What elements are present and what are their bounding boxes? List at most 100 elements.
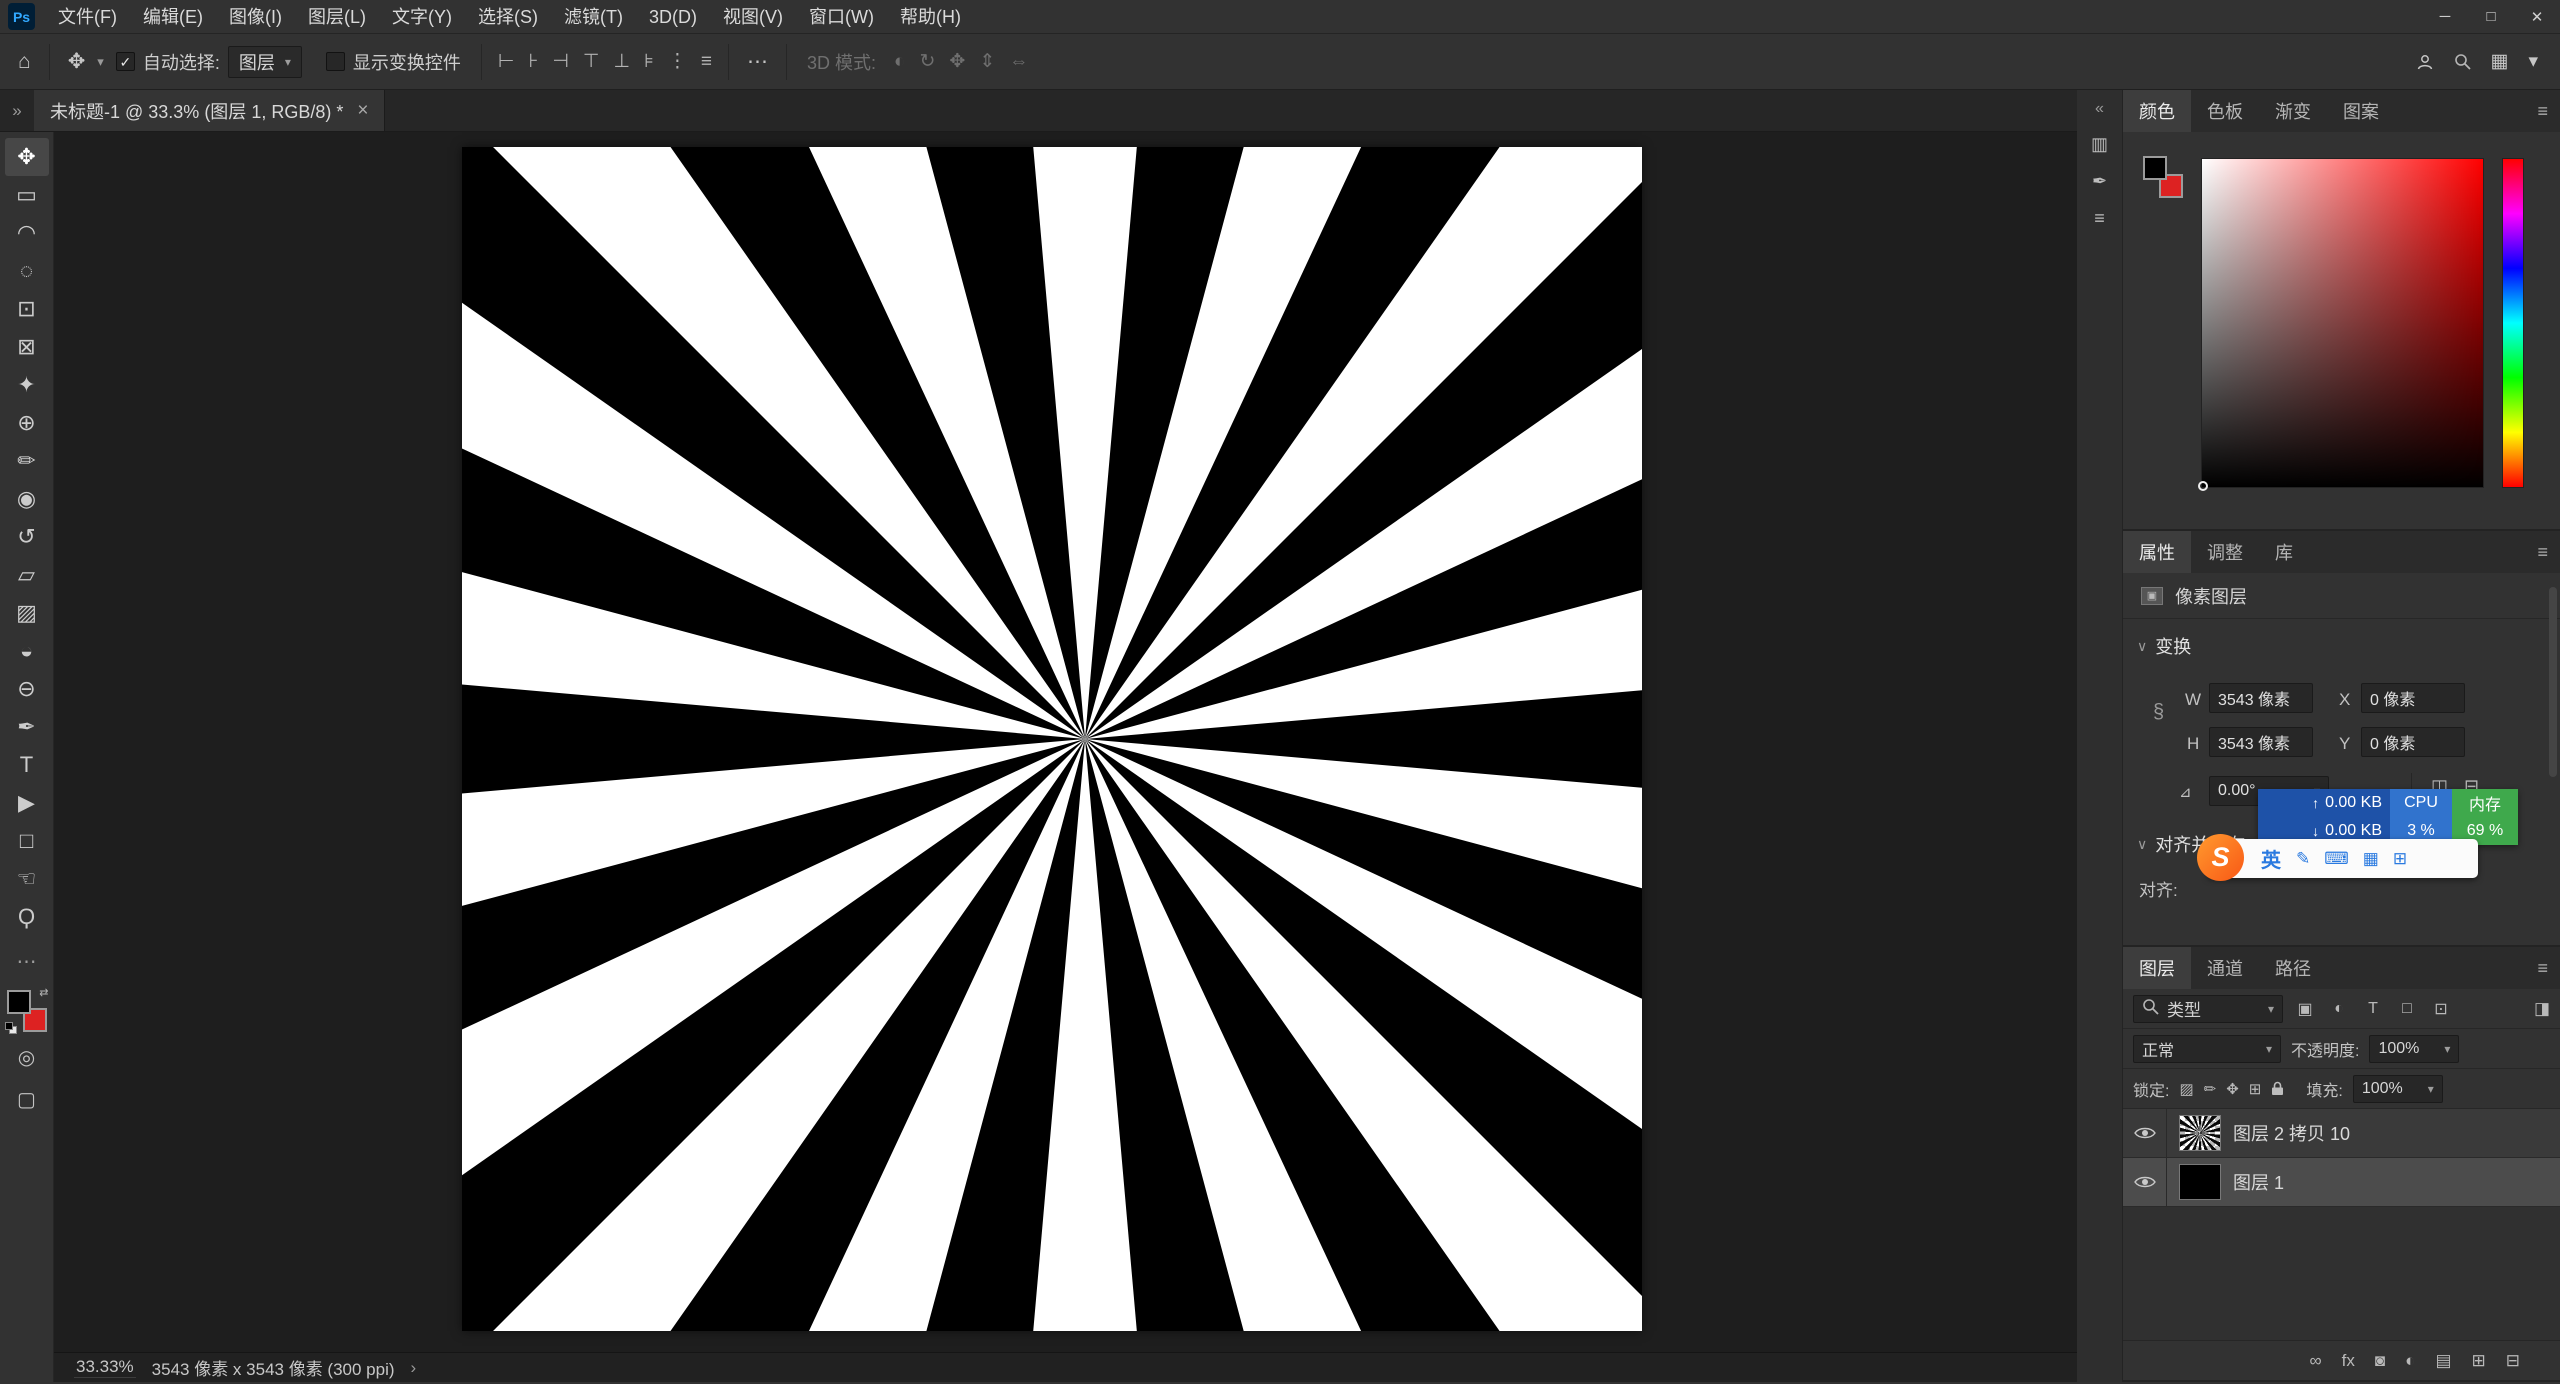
height-field[interactable]: 3543 像素 (2209, 727, 2313, 757)
tool-pen[interactable]: ✒ (5, 708, 49, 746)
menu-item-file[interactable]: 文件(F) (45, 0, 130, 34)
foreground-color-swatch[interactable] (7, 990, 31, 1014)
menu-item-filter[interactable]: 滤镜(T) (551, 0, 636, 34)
tool-type[interactable]: T (5, 746, 49, 784)
hue-slider[interactable] (2502, 158, 2524, 488)
panel-color-swatches[interactable] (2143, 156, 2183, 198)
align-bottom-icon[interactable]: ⊧ (644, 50, 654, 73)
menu-item-select[interactable]: 选择(S) (465, 0, 551, 34)
tool-brush[interactable]: ✏ (5, 442, 49, 480)
transform-section-header[interactable]: ∨ 变换 (2137, 633, 2191, 659)
delete-layer-icon[interactable]: ⊟ (2506, 1351, 2520, 1371)
swap-colors-icon[interactable]: ⇄ (39, 986, 48, 999)
align-center-h-icon[interactable]: ⊦ (528, 50, 538, 73)
fill-dropdown[interactable]: 100% ▾ (2353, 1075, 2443, 1103)
new-layer-icon[interactable]: ⊞ (2472, 1351, 2486, 1371)
more-options-button[interactable]: ⋯ (741, 49, 774, 74)
tab-layers[interactable]: 图层 (2123, 947, 2191, 989)
menu-item-layer[interactable]: 图层(L) (295, 0, 379, 34)
new-adjustment-layer-icon[interactable]: ◐ (2405, 1351, 2415, 1371)
filter-shape-layers-icon[interactable]: □ (2395, 997, 2419, 1021)
foreground-color-swatch[interactable] (2143, 156, 2167, 180)
tab-gradients[interactable]: 渐变 (2259, 90, 2327, 132)
layer-thumbnail[interactable] (2179, 1164, 2221, 1200)
ime-skin-icon[interactable]: ▦ (2363, 849, 2379, 869)
tool-preset-chevron-icon[interactable]: ▾ (91, 54, 110, 70)
collapsed-panel-2-icon[interactable]: ✒ (2092, 171, 2107, 192)
menu-item-help[interactable]: 帮助(H) (887, 0, 974, 34)
layer-visibility-toggle[interactable] (2123, 1158, 2167, 1206)
menu-item-window[interactable]: 窗口(W) (796, 0, 887, 34)
ime-toolbar[interactable]: S 英 ✎⌨▦⊞ (2207, 839, 2478, 878)
blend-mode-dropdown[interactable]: 正常 ▾ (2133, 1035, 2281, 1063)
status-chevron-icon[interactable]: › (411, 1358, 417, 1378)
window-minimize-button[interactable]: ─ (2422, 0, 2468, 34)
y-field[interactable]: 0 像素 (2361, 727, 2465, 757)
align-middle-icon[interactable]: ⊥ (613, 50, 630, 73)
menu-item-type[interactable]: 文字(Y) (379, 0, 465, 34)
tab-properties[interactable]: 属性 (2123, 531, 2191, 573)
filter-pixel-layers-icon[interactable]: ▣ (2293, 997, 2317, 1021)
menu-item-image[interactable]: 图像(I) (216, 0, 295, 34)
tool-eraser[interactable]: ▱ (5, 556, 49, 594)
distribute-h-icon[interactable]: ≡ (701, 50, 712, 73)
link-dimensions-icon[interactable]: § (2153, 701, 2164, 724)
tool-dodge[interactable]: ⊖ (5, 670, 49, 708)
tool-hand[interactable]: ☜ (5, 860, 49, 898)
align-right-icon[interactable]: ⊣ (552, 50, 569, 73)
zoom-level-field[interactable]: 33.33% (74, 1357, 136, 1378)
tool-rectangular-marquee[interactable]: ▭ (5, 176, 49, 214)
tab-color[interactable]: 颜色 (2123, 90, 2191, 132)
document-canvas[interactable] (462, 147, 1642, 1331)
window-close-button[interactable]: ✕ (2514, 0, 2560, 34)
document-tab[interactable]: 未标题-1 @ 33.3% (图层 1, RGB/8) * × (34, 90, 385, 131)
tool-gradient[interactable]: ▨ (5, 594, 49, 632)
ime-language-toggle[interactable]: 英 (2261, 844, 2281, 873)
quick-mask-button[interactable]: ◎ (5, 1040, 49, 1074)
lock-pixels-icon[interactable]: ✏ (2204, 1080, 2217, 1098)
auto-select-checkbox[interactable]: ✓ (116, 52, 135, 71)
tool-object-selection[interactable]: ◌ (5, 252, 49, 290)
show-transform-checkbox[interactable]: ✓ (326, 52, 345, 71)
panel-menu-icon[interactable]: ≡ (2537, 90, 2560, 132)
edit-toolbar-button[interactable]: ⋯ (5, 944, 49, 978)
color-swatches-widget[interactable]: ⇄ (7, 990, 47, 1032)
screen-mode-button[interactable]: ▢ (5, 1082, 49, 1116)
account-icon[interactable] (2416, 53, 2434, 71)
close-tab-icon[interactable]: × (357, 100, 368, 122)
layer-filter-dropdown[interactable]: 类型 ▾ (2133, 995, 2283, 1023)
new-group-icon[interactable]: ▤ (2435, 1351, 2451, 1371)
align-top-icon[interactable]: ⊤ (583, 50, 600, 73)
tool-frame[interactable]: ⊠ (5, 328, 49, 366)
link-layers-icon[interactable]: ∞ (2310, 1351, 2322, 1371)
add-mask-icon[interactable]: ◙ (2375, 1351, 2385, 1371)
tool-eyedropper[interactable]: ✦ (5, 366, 49, 404)
ime-keyboard-icon[interactable]: ⌨ (2324, 849, 2349, 869)
tool-spot-healing[interactable]: ⊕ (5, 404, 49, 442)
tab-patterns[interactable]: 图案 (2327, 90, 2395, 132)
align-left-icon[interactable]: ⊢ (498, 50, 515, 73)
filter-smart-objects-icon[interactable]: ⊡ (2429, 997, 2453, 1021)
tab-channels[interactable]: 通道 (2191, 947, 2259, 989)
panel-menu-icon[interactable]: ≡ (2537, 531, 2560, 573)
tool-path-selection[interactable]: ▶ (5, 784, 49, 822)
home-icon[interactable]: ⌂ (12, 50, 37, 74)
tab-adjustments[interactable]: 调整 (2191, 531, 2259, 573)
collapsed-panel-1-icon[interactable]: ▥ (2091, 134, 2108, 155)
tool-move[interactable]: ✥ (5, 138, 49, 176)
filter-type-layers-icon[interactable]: T (2361, 997, 2385, 1021)
lock-transparency-icon[interactable]: ▨ (2179, 1080, 2193, 1098)
layer-visibility-toggle[interactable] (2123, 1109, 2167, 1157)
opacity-dropdown[interactable]: 100% ▾ (2369, 1035, 2459, 1063)
x-field[interactable]: 0 像素 (2361, 683, 2465, 713)
collapsed-panel-3-icon[interactable]: ≡ (2094, 208, 2105, 229)
color-picker-handle[interactable] (2198, 481, 2208, 491)
current-tool-icon[interactable]: ✥ (62, 49, 92, 74)
workspace-icon[interactable]: ▦ (2491, 50, 2509, 73)
scrollbar[interactable] (2549, 587, 2557, 777)
filter-adjustment-layers-icon[interactable]: ◐ (2327, 997, 2351, 1021)
tab-paths[interactable]: 路径 (2259, 947, 2327, 989)
auto-select-target-dropdown[interactable]: 图层 ▾ (228, 46, 302, 78)
tool-clone-stamp[interactable]: ◉ (5, 480, 49, 518)
tool-crop[interactable]: ⊡ (5, 290, 49, 328)
